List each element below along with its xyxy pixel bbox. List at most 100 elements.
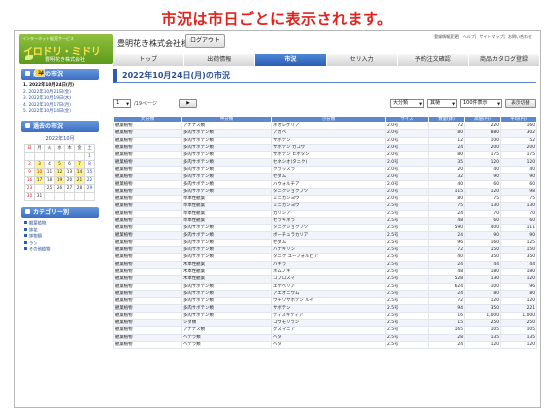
display-toggle-button[interactable]: 表示切替 bbox=[505, 99, 536, 108]
table-cell: 観葉植物 bbox=[113, 246, 182, 255]
table-cell: 観葉植物 bbox=[113, 158, 182, 167]
table-row: 観葉植物 アナナス類 ネオレゲリア 2.0号 72 220 160 bbox=[113, 121, 537, 131]
calendar-day-market[interactable]: 7 bbox=[74, 159, 85, 169]
calendar-day-market[interactable]: 10 bbox=[34, 167, 45, 177]
table-cell: 2.5号 bbox=[385, 275, 429, 284]
table-cell: 100 bbox=[464, 282, 501, 291]
brand-logo[interactable]: インターネット販売サービス イロドリ・ミドリ 豊明花き株式会社 bbox=[19, 34, 113, 64]
calendar-day[interactable]: 4 bbox=[44, 159, 55, 169]
calendar-day-market[interactable]: 14 bbox=[74, 167, 85, 177]
tab-market[interactable]: 市況 bbox=[255, 54, 327, 66]
tab-bid-entry[interactable]: セリ入力 bbox=[326, 54, 398, 66]
calendar-day[interactable]: 31 bbox=[34, 191, 45, 201]
table-cell: ミニカンヨウ bbox=[271, 194, 386, 204]
link-sitemap[interactable]: サイトマップ bbox=[479, 34, 503, 39]
calendar-day[interactable]: 13 bbox=[64, 167, 75, 177]
calendar-day[interactable]: 25 bbox=[44, 183, 55, 193]
link-profile[interactable]: 登録情報変更 bbox=[434, 34, 458, 39]
calendar-day-market[interactable]: 3 bbox=[34, 159, 45, 169]
table-cell: セネシオ(タニク) bbox=[271, 158, 386, 167]
table-cell: 2.5号 bbox=[385, 202, 429, 211]
calendar-day-selected[interactable]: 24 bbox=[35, 69, 45, 77]
category-label: 鉢物類 bbox=[29, 234, 42, 240]
table-cell: 多肉サボテン類 bbox=[181, 173, 272, 182]
table-cell: アガベ bbox=[271, 129, 386, 138]
calendar-day[interactable]: 28 bbox=[74, 183, 85, 193]
calendar-day bbox=[64, 191, 75, 201]
table-cell: 120 bbox=[464, 340, 501, 350]
table-cell: 48 bbox=[428, 216, 465, 226]
tab-catalog[interactable]: 商品カタログ登録 bbox=[468, 54, 540, 66]
category-item[interactable]: 観葉植物 bbox=[24, 220, 97, 228]
table-cell: 90 bbox=[500, 173, 537, 182]
calendar-day[interactable]: 26 bbox=[54, 183, 65, 193]
calendar-day[interactable]: 16 bbox=[24, 175, 35, 185]
calendar-day-market[interactable]: 5 bbox=[54, 159, 65, 169]
table-cell: ネオレゲリア bbox=[271, 121, 386, 131]
calendar-day[interactable]: 2 bbox=[24, 159, 35, 169]
calendar-day bbox=[24, 151, 35, 161]
headline-caption: 市況は市日ごとに表示されます。 bbox=[161, 10, 393, 28]
calendar-day[interactable]: 22 bbox=[84, 175, 95, 185]
calendar-day[interactable]: 9 bbox=[24, 167, 35, 177]
page-select[interactable]: 1 bbox=[113, 99, 131, 108]
calendar-day[interactable]: 6 bbox=[64, 159, 75, 169]
table-cell: 多肉サボテン類 bbox=[181, 129, 272, 138]
category-item[interactable]: 鉢物類 bbox=[24, 234, 97, 241]
category-filter-select[interactable]: 大分類 bbox=[390, 99, 424, 108]
logout-button[interactable]: ログアウト bbox=[185, 34, 225, 48]
table-cell: 観葉植物 bbox=[113, 231, 182, 240]
calendar-day-market[interactable]: 17 bbox=[34, 175, 45, 185]
calendar-day[interactable]: 11 bbox=[44, 167, 55, 177]
table-cell: 木本性観葉 bbox=[181, 275, 272, 284]
next-page-button[interactable]: ▶ bbox=[179, 99, 197, 108]
browser-frame: インターネット販売サービス イロドリ・ミドリ 豊明花き株式会社 豊明花き株式会社… bbox=[14, 30, 541, 408]
calendar-day[interactable]: 15 bbox=[84, 167, 95, 177]
recent-market-list: 1. 2022年10月24日(月) 2. 2022年10月21日(金) 3. 2… bbox=[21, 80, 99, 116]
calendar-day[interactable]: 8 bbox=[84, 159, 95, 169]
calendar-day[interactable]: 30 bbox=[24, 191, 35, 201]
table-cell: アナナス類 bbox=[181, 121, 272, 131]
recent-item[interactable]: 3. 2022年10月19日(水) bbox=[23, 96, 97, 103]
page-size-select[interactable]: 100件表示 bbox=[460, 99, 502, 108]
category-list: 観葉植物 鉢花 鉢物類 ラン その他植物 bbox=[21, 218, 99, 254]
calendar-day[interactable]: 20 bbox=[64, 175, 75, 185]
leaf-icon bbox=[25, 55, 33, 60]
table-cell: 2.5号 bbox=[385, 260, 429, 269]
subcategory-filter-select[interactable]: 其樋 bbox=[427, 99, 457, 108]
weekday-wed: 水 bbox=[54, 143, 65, 153]
table-cell: 2.5号 bbox=[385, 289, 429, 299]
calendar-day[interactable]: 1 bbox=[84, 151, 95, 161]
calendar-day-market[interactable]: 12 bbox=[54, 167, 65, 177]
calendar-day-market[interactable]: 21 bbox=[74, 175, 85, 185]
tab-top[interactable]: トップ bbox=[113, 54, 185, 66]
category-label: ラン bbox=[29, 241, 38, 247]
calendar-day[interactable]: 23 bbox=[24, 183, 35, 193]
tab-reservations[interactable]: 予約注文確認 bbox=[397, 54, 469, 66]
table-cell: 120 bbox=[500, 158, 537, 167]
table-cell: ハウォルチア bbox=[271, 180, 386, 189]
calendar-day-market[interactable]: 19 bbox=[54, 175, 65, 185]
tab-shipping[interactable]: 出荷情報 bbox=[184, 54, 256, 66]
calendar-day bbox=[44, 191, 55, 201]
category-item[interactable]: その他植物 bbox=[24, 247, 97, 254]
link-help[interactable]: ヘルプ bbox=[463, 34, 475, 39]
table-row: 観葉植物 多肉サボテン類 ウチワサボテン ルイ 2.5号 72 120 120 bbox=[113, 297, 537, 306]
table-cell: 80 bbox=[428, 151, 465, 160]
table-cell: 多肉サボテン類 bbox=[181, 238, 272, 248]
table-cell: 観葉植物 bbox=[113, 311, 182, 321]
link-contact[interactable]: お問い合わせ bbox=[508, 34, 532, 39]
recent-item[interactable]: 1. 2022年10月24日(月) bbox=[23, 83, 97, 90]
table-row: 観葉植物 草本性観葉 カリシア 2.5号 24 70 70 bbox=[113, 209, 537, 218]
table-cell: 多肉サボテン類 bbox=[181, 136, 272, 145]
category-item[interactable]: ラン bbox=[24, 240, 97, 248]
bullet-icon bbox=[24, 247, 27, 251]
table-cell: 880 bbox=[464, 129, 501, 138]
calendar-day[interactable]: 18 bbox=[44, 175, 55, 185]
calendar-day[interactable]: 27 bbox=[64, 183, 75, 193]
table-cell: 草本性観葉 bbox=[181, 202, 272, 211]
calendar-day bbox=[54, 151, 65, 161]
recent-item[interactable]: 5. 2022年10月14日(金) bbox=[23, 109, 97, 116]
calendar-day[interactable]: 29 bbox=[84, 183, 95, 193]
calendar-month: 2022年10月 bbox=[45, 135, 75, 142]
